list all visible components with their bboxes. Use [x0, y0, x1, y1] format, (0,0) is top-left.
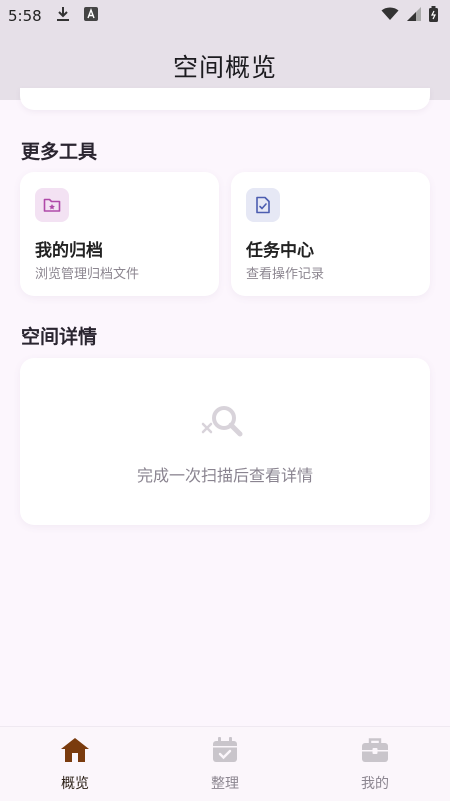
task-document-icon: [246, 188, 280, 222]
bottom-nav: 概览 整理 我的: [0, 726, 450, 801]
app-a-icon: [83, 7, 98, 25]
archive-card[interactable]: 我的归档 浏览管理归档文件: [20, 172, 219, 296]
nav-label-organize: 整理: [211, 776, 239, 792]
space-detail-card: 完成一次扫描后查看详情: [20, 358, 430, 525]
more-tools-title: 更多工具: [21, 141, 98, 163]
archive-folder-icon: [35, 188, 69, 222]
home-icon: [60, 737, 90, 767]
archive-card-title: 我的归档: [35, 241, 103, 261]
nav-item-organize[interactable]: 整理: [150, 727, 300, 801]
signal-icon: [407, 7, 421, 25]
status-time: 5:58: [8, 7, 42, 25]
search-x-icon: [200, 402, 246, 446]
task-center-card-desc: 查看操作记录: [246, 267, 325, 282]
battery-icon: [429, 6, 438, 26]
nav-item-mine[interactable]: 我的: [300, 727, 450, 801]
overview-card-edge: [20, 88, 430, 110]
task-center-card[interactable]: 任务中心 查看操作记录: [231, 172, 430, 296]
download-icon: [56, 6, 70, 26]
archive-card-desc: 浏览管理归档文件: [35, 267, 140, 282]
page-title: 空间概览: [172, 53, 277, 82]
nav-label-overview: 概览: [61, 776, 89, 792]
empty-state-text: 完成一次扫描后查看详情: [136, 466, 313, 485]
nav-label-mine: 我的: [361, 776, 389, 792]
status-bar: 5:58: [0, 0, 450, 32]
wifi-icon: [381, 7, 399, 25]
space-detail-title: 空间详情: [21, 326, 98, 348]
nav-item-overview[interactable]: 概览: [0, 727, 150, 801]
briefcase-icon: [361, 737, 389, 767]
calendar-check-icon: [212, 737, 238, 767]
task-center-card-title: 任务中心: [246, 241, 314, 261]
